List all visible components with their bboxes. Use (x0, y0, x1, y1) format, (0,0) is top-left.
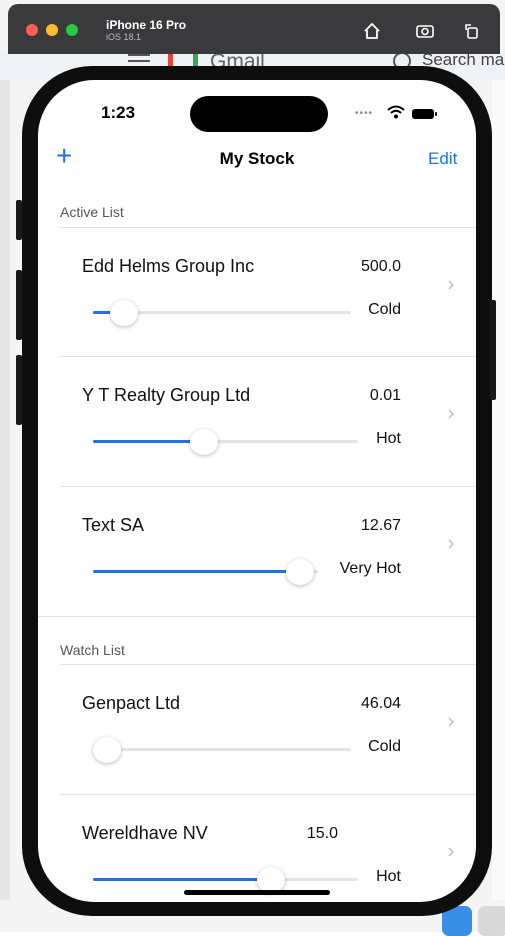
stock-name: Edd Helms Group Inc (82, 256, 255, 276)
heat-slider-thumb[interactable] (93, 737, 121, 763)
home-icon[interactable] (360, 19, 384, 43)
heat-slider-track (93, 748, 351, 751)
list-item[interactable]: Edd Helms Group Inc 500.0 Cold (38, 228, 476, 358)
simulator-titlebar: iPhone 16 Pro iOS 18.1 (8, 4, 500, 54)
list-item[interactable]: Y T Realty Group Ltd 0.01 Hot (38, 357, 476, 487)
stock-name: Genpact Ltd (82, 693, 181, 713)
chevron-right-icon (448, 280, 455, 290)
section-header-watch: Watch List (60, 642, 125, 658)
stock-price: 12.67 (360, 517, 401, 534)
heat-label: Cold (368, 301, 401, 318)
status-time: 1:23 (101, 103, 136, 122)
signal-dots-icon: •••• (355, 108, 374, 119)
heat-slider-fill (93, 878, 271, 881)
heat-slider-thumb[interactable] (286, 559, 314, 585)
simulator-device-name: iPhone 16 Pro (106, 18, 187, 32)
zoom-window-button[interactable] (66, 24, 78, 36)
chevron-right-icon (448, 717, 455, 727)
heat-slider-track (93, 878, 358, 881)
stock-price: 500.0 (360, 258, 401, 275)
chevron-right-icon (448, 409, 455, 419)
chevron-right-icon (448, 539, 455, 549)
list-item[interactable]: Wereldhave NV 15.0 Hot (38, 795, 476, 902)
power-button[interactable] (490, 300, 496, 400)
divider (38, 616, 476, 617)
screenshot-icon[interactable] (413, 19, 437, 43)
stock-price: 46.04 (360, 695, 401, 712)
heat-label: Hot (376, 868, 401, 885)
stock-name: Text SA (82, 515, 145, 535)
close-window-button[interactable] (26, 24, 38, 36)
volume-down-button[interactable] (16, 355, 22, 425)
list-item[interactable]: Genpact Ltd 46.04 Cold (38, 665, 476, 795)
heat-slider-track (93, 440, 358, 443)
heat-slider-thumb[interactable] (109, 300, 138, 326)
stock-name: Y T Realty Group Ltd (82, 385, 251, 405)
phone-screen: 1:23 •••• + My Stock Edit Active List Ed… (38, 80, 476, 902)
background-left-edge (0, 80, 10, 900)
stock-price: 15.0 (306, 825, 338, 842)
battery-icon (412, 109, 437, 119)
background-right-edge (492, 80, 505, 900)
heat-slider-fill (93, 570, 300, 573)
heat-label: Very Hot (339, 560, 401, 577)
stock-price: 0.01 (369, 387, 401, 404)
section-header-active: Active List (60, 204, 124, 220)
chevron-right-icon (448, 847, 455, 857)
wifi-icon (387, 105, 405, 124)
heat-slider-fill (93, 440, 205, 443)
simulator-os-version: iOS 18.1 (106, 32, 142, 42)
heat-slider-thumb[interactable] (190, 429, 219, 455)
edit-button[interactable]: Edit (428, 149, 457, 169)
home-indicator[interactable] (184, 890, 330, 895)
list-item[interactable]: Text SA 12.67 Very Hot (38, 487, 476, 617)
heat-label: Hot (376, 430, 401, 447)
action-button[interactable] (16, 200, 22, 240)
volume-up-button[interactable] (16, 270, 22, 340)
heat-slider-track (93, 570, 318, 573)
minimize-window-button[interactable] (46, 24, 58, 36)
page-title: My Stock (219, 149, 295, 168)
stock-name: Wereldhave NV (82, 823, 208, 843)
heat-label: Cold (368, 738, 401, 755)
rotate-icon[interactable] (460, 19, 484, 43)
dynamic-island (190, 96, 328, 132)
